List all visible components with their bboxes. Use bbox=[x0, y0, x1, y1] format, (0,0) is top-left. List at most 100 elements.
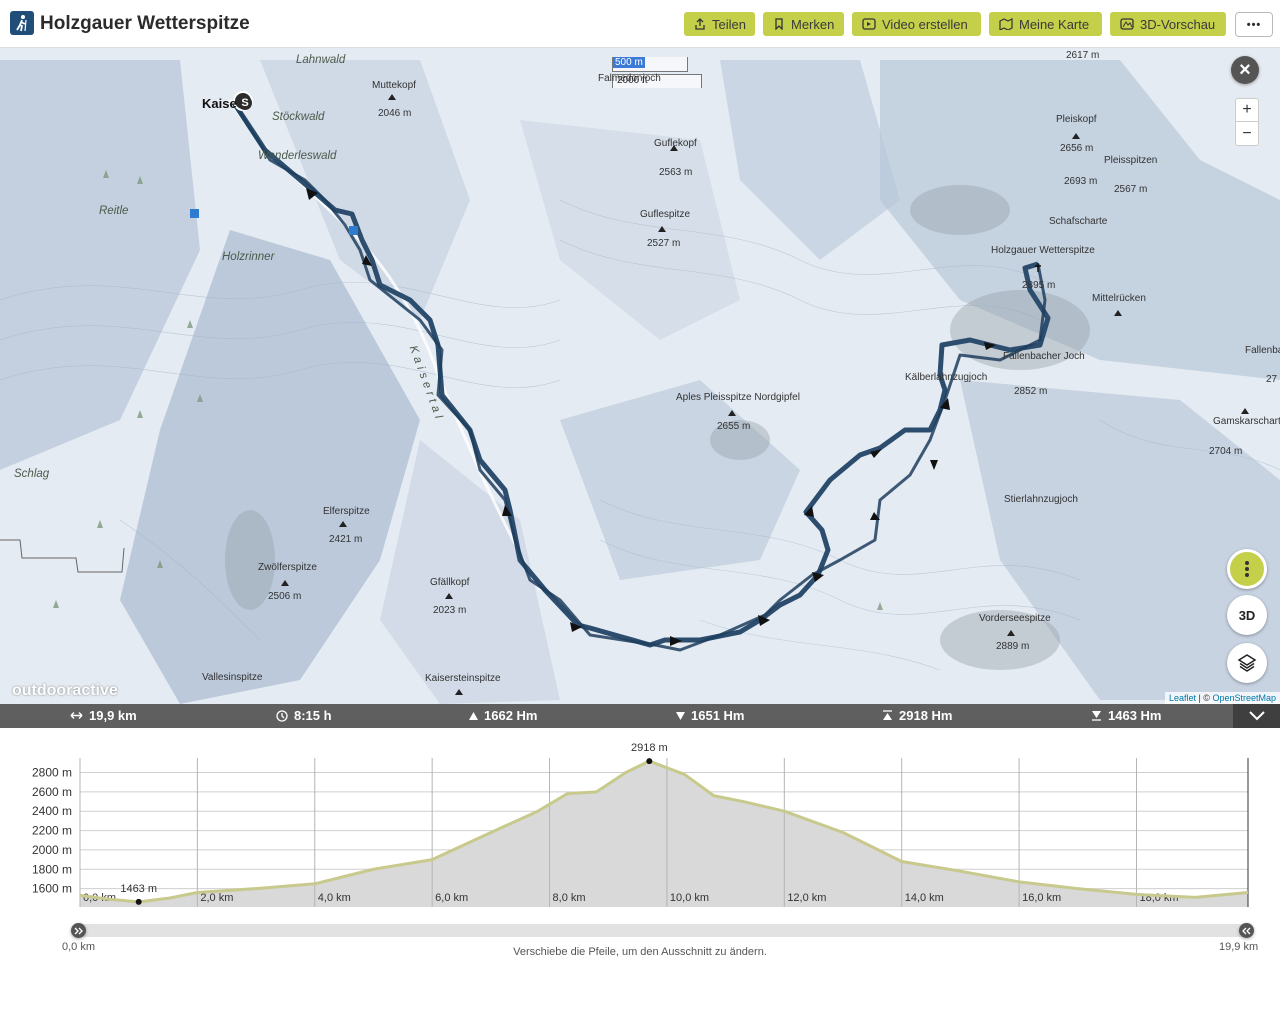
layers-icon bbox=[1237, 654, 1257, 672]
y-tick-label: 2600 m bbox=[32, 785, 72, 799]
label-pleisspitzen: Pleisspitzen bbox=[1104, 155, 1158, 166]
label-lahnwald: Lahnwald bbox=[296, 54, 346, 66]
label-stierlahnzugjoch: Stierlahnzugjoch bbox=[1004, 494, 1078, 505]
share-icon bbox=[695, 18, 705, 30]
label-guflespitze-alt: 2527 m bbox=[647, 238, 681, 249]
map-options-button[interactable] bbox=[1227, 549, 1267, 589]
my-map-button[interactable]: Meine Karte bbox=[989, 12, 1102, 36]
share-button[interactable]: Teilen bbox=[684, 12, 755, 36]
peak-label: 2918 m bbox=[631, 742, 668, 754]
3d-preview-label: 3D-Vorschau bbox=[1140, 16, 1216, 32]
duration-value: 8:15 h bbox=[294, 708, 332, 723]
3d-icon bbox=[1120, 18, 1134, 30]
bookmark-icon bbox=[775, 18, 783, 30]
label-holzrinner: Holzrinner bbox=[222, 251, 275, 263]
label-2617: 2617 m bbox=[1066, 50, 1100, 61]
share-label: Teilen bbox=[712, 16, 746, 32]
tour-stats-bar: 19,9 km 8:15 h 1662 Hm 1651 Hm 2918 Hm 1… bbox=[0, 704, 1280, 728]
elevation-chart[interactable]: 2800 m 2600 m 2400 m 2200 m 2000 m 1800 m 1600… bbox=[0, 728, 1280, 928]
layers-button[interactable] bbox=[1227, 643, 1267, 683]
bookmark-label: Merken bbox=[791, 16, 835, 32]
top-bar: Holzgauer Wetterspitze Teilen Merken Vid… bbox=[0, 0, 1280, 48]
stat-ascent: 1662 Hm bbox=[469, 708, 537, 723]
map-view[interactable]: 500 m 2000 ft Lahnwald Muttekopf 2046 m … bbox=[0, 48, 1280, 704]
leaflet-link[interactable]: Leaflet bbox=[1169, 693, 1196, 703]
label-kaelberlahn: Kälberlahnzugjoch bbox=[905, 372, 988, 383]
hiking-icon bbox=[10, 11, 34, 35]
label-guflespitze: Guflespitze bbox=[640, 209, 691, 220]
ascent-value: 1662 Hm bbox=[484, 708, 538, 723]
minus-icon: − bbox=[1242, 124, 1252, 142]
bookmark-button[interactable]: Merken bbox=[763, 12, 844, 36]
label-gamskarscharte: Gamskarscharte bbox=[1213, 416, 1280, 427]
label-guflekopf: Guflekopf bbox=[654, 138, 697, 149]
stat-duration: 8:15 h bbox=[276, 708, 332, 723]
chevron-down-icon bbox=[1248, 711, 1265, 721]
3d-button[interactable]: 3D bbox=[1227, 595, 1267, 635]
range-start-handle[interactable] bbox=[71, 923, 86, 938]
label-falmedonjoch: Falmedonjoch bbox=[598, 73, 661, 84]
label-reitle: Reitle bbox=[99, 205, 129, 217]
distance-value: 19,9 km bbox=[89, 708, 137, 723]
video-label: Video erstellen bbox=[882, 16, 968, 32]
label-vallesinspitze: Vallesinspitze bbox=[202, 672, 263, 683]
zoom-in-button[interactable]: + bbox=[1235, 98, 1259, 122]
osm-link[interactable]: OpenStreetMap bbox=[1212, 693, 1276, 703]
range-track[interactable] bbox=[78, 924, 1248, 937]
close-icon: × bbox=[1239, 58, 1251, 81]
label-27: 27 bbox=[1266, 374, 1278, 385]
page-title: Holzgauer Wetterspitze bbox=[40, 13, 250, 34]
more-menu-button[interactable]: ••• bbox=[1235, 12, 1273, 37]
y-tick-label: 2400 m bbox=[32, 804, 72, 818]
label-gfaellkopf: Gfällkopf bbox=[430, 577, 470, 588]
zoom-out-button[interactable]: − bbox=[1235, 122, 1259, 146]
label-gamskarscharte-alt: 2704 m bbox=[1209, 446, 1243, 457]
outdooractive-watermark: outdooractive bbox=[12, 682, 118, 699]
attribution-separator: | © bbox=[1195, 693, 1213, 703]
label-schafscharte: Schafscharte bbox=[1049, 216, 1108, 227]
max-altitude-icon bbox=[883, 710, 892, 720]
double-chevron-left-icon bbox=[1242, 927, 1251, 934]
label-elferspitze-alt: 2421 m bbox=[329, 534, 363, 545]
more-icon: ••• bbox=[1246, 18, 1262, 31]
video-icon bbox=[862, 18, 876, 30]
label-stoeckwald: Stöckwald bbox=[272, 111, 325, 123]
close-map-button[interactable]: × bbox=[1231, 56, 1259, 84]
collapse-stats-button[interactable] bbox=[1233, 704, 1280, 728]
label-pleiskopf: Pleiskopf bbox=[1056, 114, 1097, 125]
ascent-icon bbox=[469, 711, 478, 720]
x-tick-label: 12,0 km bbox=[787, 892, 826, 904]
start-marker-label[interactable]: S bbox=[238, 96, 252, 110]
double-chevron-right-icon bbox=[74, 927, 83, 934]
elevation-profile[interactable]: 2800 m 2600 m 2400 m 2200 m 2000 m 1800 m 1600… bbox=[0, 728, 1280, 1024]
range-end-handle[interactable] bbox=[1239, 923, 1254, 938]
label-wetterspitze-alt: 2895 m bbox=[1022, 280, 1056, 291]
x-tick-label: 14,0 km bbox=[905, 892, 944, 904]
label-aples-alt: 2655 m bbox=[717, 421, 751, 432]
x-tick-label: 10,0 km bbox=[670, 892, 709, 904]
stat-max-altitude: 2918 Hm bbox=[882, 708, 952, 723]
video-button[interactable]: Video erstellen bbox=[852, 12, 981, 36]
label-gfaellkopf-alt: 2023 m bbox=[433, 605, 467, 616]
label-mittelruecken: Mittelrücken bbox=[1092, 293, 1146, 304]
label-2693: 2693 m bbox=[1064, 176, 1098, 187]
x-tick-label: 2,0 km bbox=[200, 892, 233, 904]
min-altitude-value: 1463 Hm bbox=[1108, 708, 1162, 723]
label-zwoelferspitze-alt: 2506 m bbox=[268, 591, 302, 602]
distance-icon bbox=[70, 712, 83, 719]
label-fallenba: Fallenba bbox=[1245, 345, 1280, 356]
label-kaisers: Kaise bbox=[202, 96, 237, 111]
stat-descent: 1651 Hm bbox=[676, 708, 744, 723]
label-pleiskopf-alt: 2656 m bbox=[1060, 143, 1094, 154]
y-tick-label: 2800 m bbox=[32, 766, 72, 780]
stat-distance: 19,9 km bbox=[70, 708, 137, 723]
x-tick-label: 6,0 km bbox=[435, 892, 468, 904]
3d-preview-button[interactable]: 3D-Vorschau bbox=[1110, 12, 1226, 36]
label-aples: Aples Pleisspitze Nordgipfel bbox=[676, 392, 800, 403]
peak-marker bbox=[646, 758, 653, 765]
label-wetterspitze: Holzgauer Wetterspitze bbox=[991, 245, 1095, 256]
label-muttekopf-alt: 2046 m bbox=[378, 108, 412, 119]
vertical-dots-icon bbox=[1245, 561, 1249, 577]
scale-metric: 500 m bbox=[612, 57, 688, 72]
label-zwoelferspitze: Zwölferspitze bbox=[258, 562, 317, 573]
